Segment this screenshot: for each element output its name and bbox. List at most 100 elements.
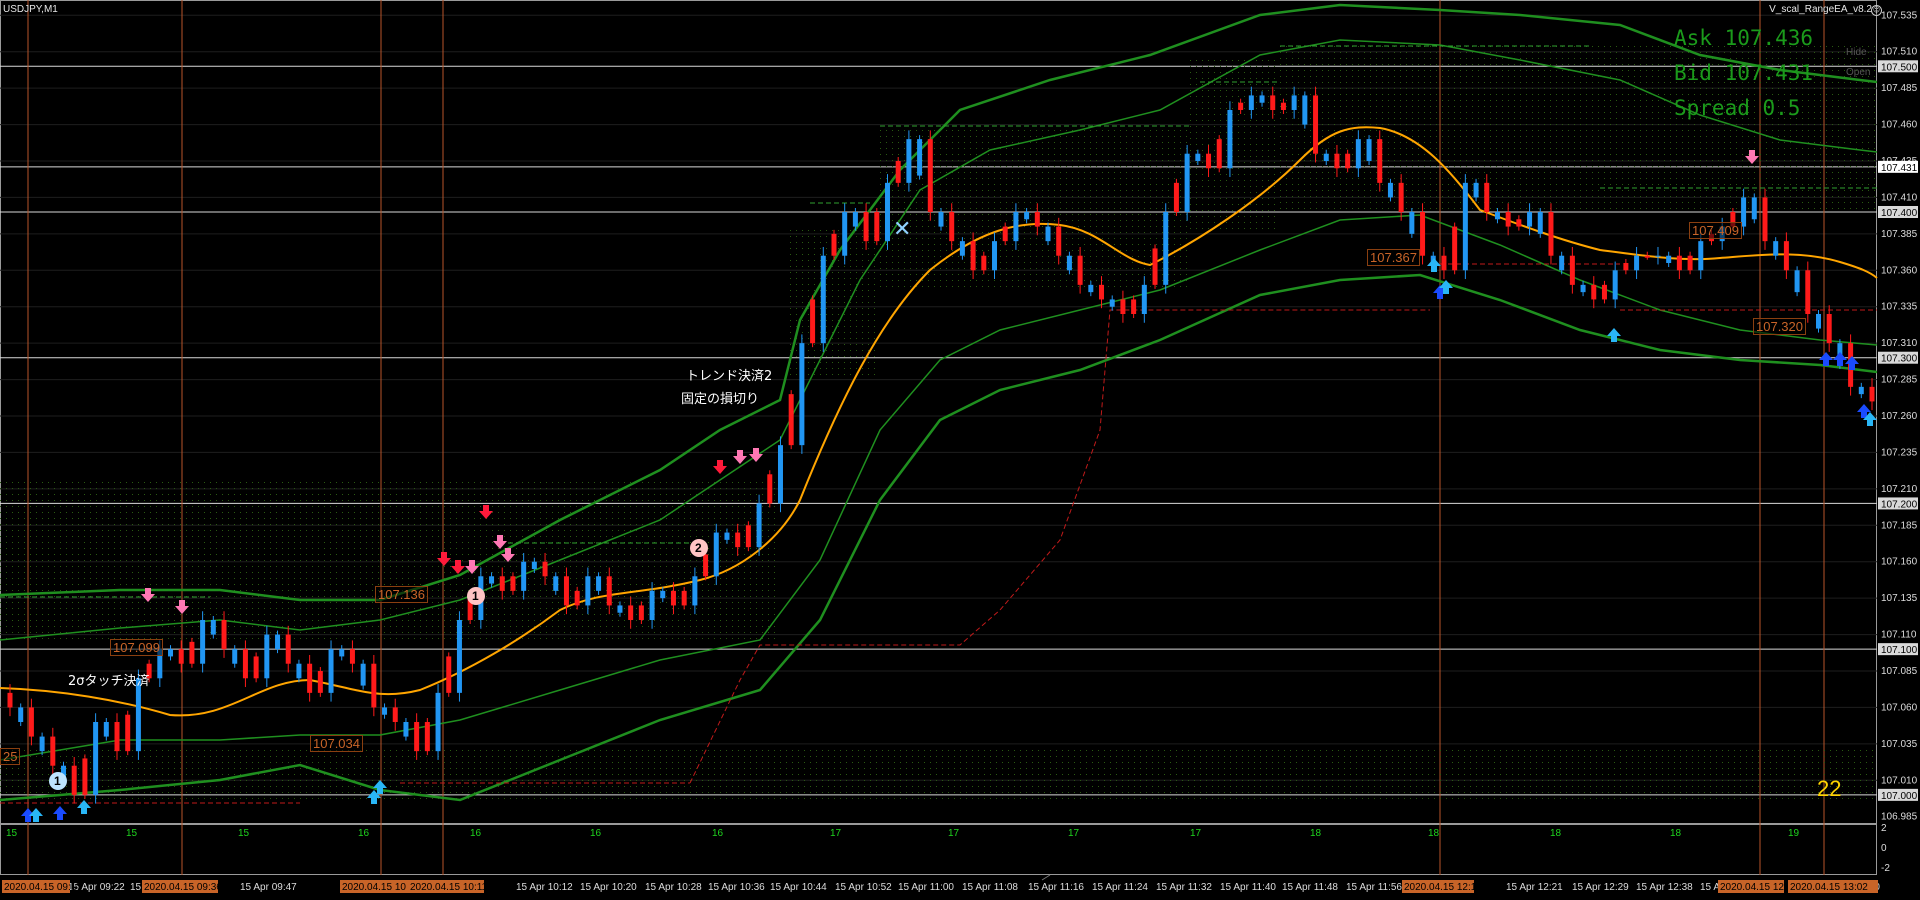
range-zone-dot [276,488,277,489]
range-zone-dot [216,536,217,537]
range-zone-dot [510,638,511,639]
range-zone-dot [390,614,391,615]
range-zone-dot [808,260,809,261]
range-zone-dot [910,130,911,131]
range-zone-dot [1090,220,1091,221]
range-zone-dot [690,608,691,609]
range-zone-dot [696,632,697,633]
range-zone-dot [702,566,703,567]
range-zone-dot [1054,262,1055,263]
range-zone-dot [132,566,133,567]
range-zone-dot [120,560,121,561]
range-zone-dot [642,626,643,627]
range-zone-dot [516,506,517,507]
range-zone-dot [114,542,115,543]
range-zone-dot [198,482,199,483]
range-zone-dot [922,208,923,209]
range-zone-dot [378,560,379,561]
range-zone-dot [594,548,595,549]
range-zone-dot [696,512,697,513]
range-zone-dot [826,368,827,369]
range-zone-dot [988,178,989,179]
range-zone-dot [684,632,685,633]
range-zone-dot [456,596,457,597]
range-zone-dot [1036,256,1037,257]
range-zone-dot [738,602,739,603]
range-zone-dot [372,614,373,615]
range-zone-dot [558,482,559,483]
range-zone-dot [312,500,313,501]
range-zone-dot [330,482,331,483]
range-zone-dot [546,596,547,597]
range-zone-dot [970,130,971,131]
range-zone-dot [1084,184,1085,185]
range-zone-dot [72,620,73,621]
range-zone-dot [762,512,763,513]
range-zone-dot [366,578,367,579]
range-zone-dot [1096,232,1097,233]
range-zone-dot [312,602,313,603]
range-zone-dot [156,500,157,501]
range-zone-dot [802,236,803,237]
range-zone-dot [684,482,685,483]
range-zone-dot [222,584,223,585]
range-zone-dot [1072,178,1073,179]
range-zone-dot [324,566,325,567]
range-zone-dot [204,494,205,495]
range-zone-dot [988,136,989,137]
range-zone-dot [162,572,163,573]
range-zone-dot [126,584,127,585]
range-zone-dot [636,500,637,501]
range-zone-dot [156,494,157,495]
range-zone-dot [192,572,193,573]
range-zone-dot [1048,280,1049,281]
range-zone-dot [156,542,157,543]
range-zone-dot [366,638,367,639]
range-zone-dot [360,548,361,549]
range-zone-dot [42,488,43,489]
range-zone-dot [534,578,535,579]
range-zone-dot [456,632,457,633]
range-zone-dot [624,524,625,525]
range-zone-dot [336,590,337,591]
range-zone-dot [96,632,97,633]
range-zone-dot [468,494,469,495]
range-zone-dot [868,248,869,249]
range-zone-dot [564,494,565,495]
range-zone-dot [54,542,55,543]
range-zone-dot [456,614,457,615]
range-zone-dot [480,632,481,633]
range-zone-dot [904,244,905,245]
range-zone-dot [108,584,109,585]
range-zone-dot [462,488,463,489]
range-zone-dot [288,620,289,621]
range-zone-dot [360,602,361,603]
range-zone-dot [414,578,415,579]
range-zone-dot [982,166,983,167]
range-zone-dot [768,524,769,525]
range-zone-dot [1054,286,1055,287]
range-zone-dot [426,620,427,621]
range-zone-dot [898,136,899,137]
range-zone-dot [738,632,739,633]
range-zone-dot [570,620,571,621]
range-zone-dot [258,614,259,615]
range-zone-dot [1042,232,1043,233]
range-zone-dot [456,602,457,603]
range-zone-dot [1000,232,1001,233]
range-zone-dot [750,506,751,507]
range-zone-dot [114,530,115,531]
range-zone-dot [198,596,199,597]
range-zone-dot [546,590,547,591]
range-zone-dot [312,608,313,609]
range-zone-dot [970,178,971,179]
price-chart[interactable]: 112✕107.535107.510107.485107.460107.4351… [0,0,1920,900]
range-zone-dot [66,572,67,573]
range-zone-dot [12,518,13,519]
range-zone-dot [750,626,751,627]
range-zone-dot [802,248,803,249]
range-zone-dot [1036,166,1037,167]
range-zone-dot [970,220,971,221]
range-zone-dot [60,560,61,561]
range-zone-dot [814,248,815,249]
